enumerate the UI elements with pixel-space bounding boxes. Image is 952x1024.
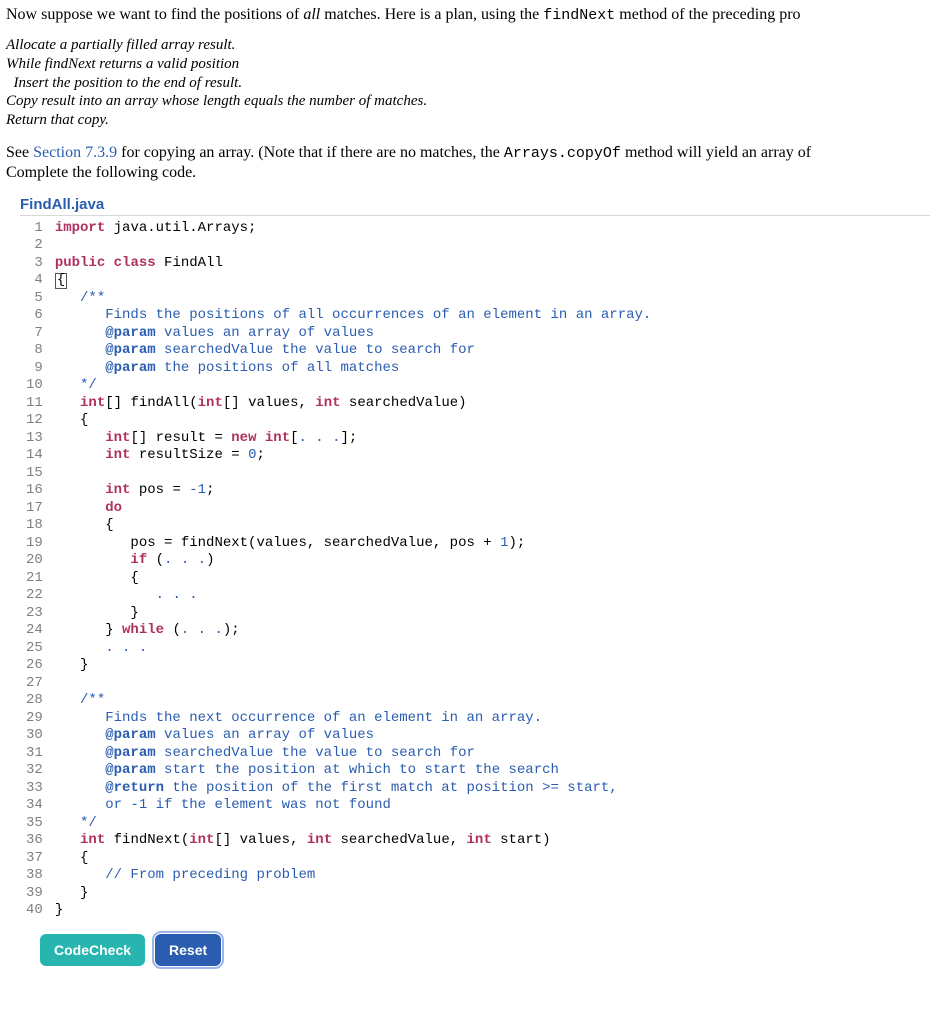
reset-button[interactable]: Reset — [155, 934, 221, 966]
section-link[interactable]: Section 7.3.9 — [33, 144, 117, 161]
pseudocode-block: Allocate a partially filled array result… — [6, 36, 952, 130]
code-content[interactable]: import java.util.Arrays; public class Fi… — [51, 216, 652, 924]
line-numbers: 1 2 3 4 5 6 7 8 9 10 11 12 13 14 15 16 1… — [20, 216, 51, 924]
see-mid: for copying an array. (Note that if ther… — [117, 144, 504, 161]
codecheck-button[interactable]: CodeCheck — [40, 934, 145, 966]
see-code: Arrays.copyOf — [504, 145, 621, 162]
see-text: See Section 7.3.9 for copying an array. … — [6, 144, 952, 162]
intro-emph: all — [303, 6, 320, 23]
intro-suffix: method of the preceding pro — [615, 6, 800, 23]
complete-text: Complete the following code. — [6, 164, 952, 182]
code-editor[interactable]: 1 2 3 4 5 6 7 8 9 10 11 12 13 14 15 16 1… — [20, 215, 930, 924]
intro-code: findNext — [543, 7, 615, 24]
intro-prefix: Now suppose we want to find the position… — [6, 6, 303, 23]
cursor: { — [55, 273, 67, 288]
intro-mid: matches. Here is a plan, using the — [320, 6, 543, 23]
button-row: CodeCheck Reset — [40, 934, 952, 966]
code-filename: FindAll.java — [20, 196, 952, 213]
intro-text: Now suppose we want to find the position… — [6, 6, 952, 24]
see-prefix: See — [6, 144, 33, 161]
see-suffix: method will yield an array of — [621, 144, 811, 161]
